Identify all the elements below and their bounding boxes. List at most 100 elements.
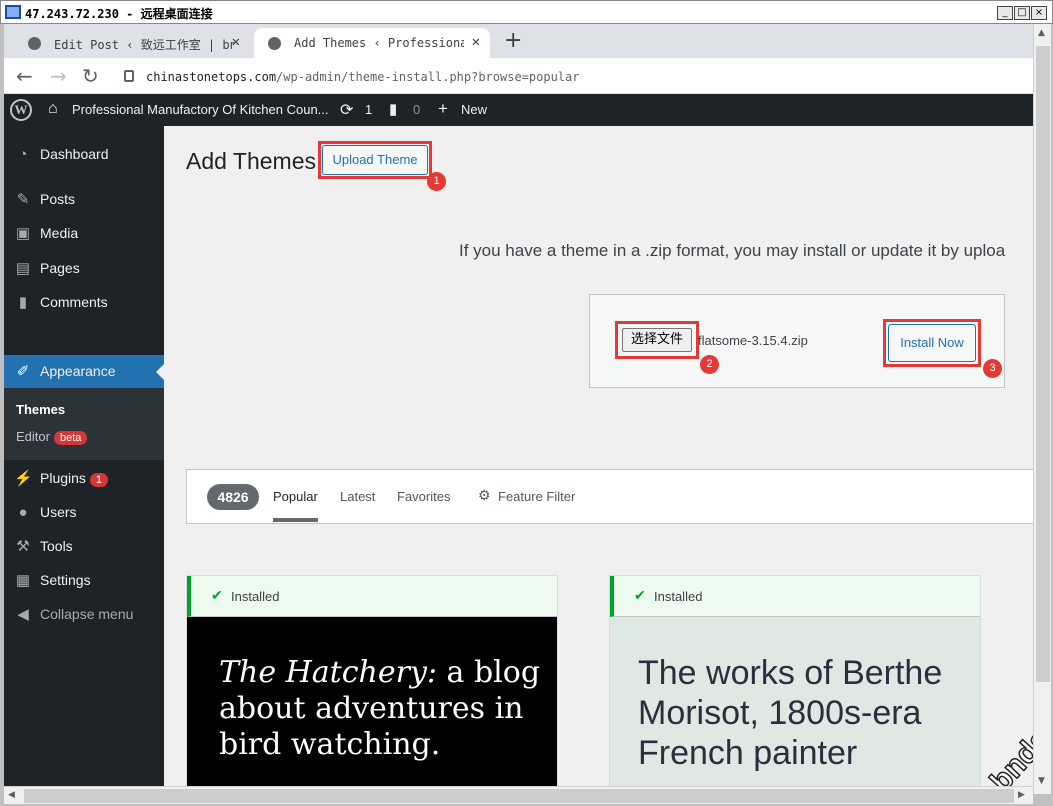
comment-icon[interactable]: ▮ — [389, 100, 397, 118]
checkmark-icon: ✔ — [634, 587, 646, 603]
screenshot-text: The works of Berthe Morisot, 1800s-era F… — [638, 654, 943, 772]
restore-button[interactable]: □ — [1014, 6, 1030, 20]
new-link[interactable]: New — [461, 102, 487, 117]
upload-form: 选择文件 flatsome-3.15.4.zip 2 Install Now 3 — [589, 294, 1005, 388]
plugins-badge: 1 — [89, 473, 109, 487]
wordpress-logo-icon[interactable]: W — [10, 99, 32, 121]
sidebar-item-pages[interactable]: ▤ Pages — [4, 252, 164, 286]
sidebar-item-label: Users — [40, 504, 77, 520]
vertical-scroll-thumb[interactable] — [1036, 46, 1050, 682]
sidebar-item-label: Dashboard — [40, 146, 109, 162]
horizontal-scrollbar[interactable]: ◀ ▶ — [4, 786, 1033, 804]
beta-badge: beta — [53, 431, 88, 445]
theme-card[interactable]: ✔ Installed The works of Berthe Morisot,… — [609, 575, 981, 794]
paintbrush-icon: ✐ — [16, 363, 30, 380]
scroll-left-icon[interactable]: ◀ — [8, 790, 15, 800]
appearance-submenu: Themes Editor beta — [4, 388, 164, 460]
minimize-button[interactable]: _ — [997, 6, 1013, 20]
vertical-scrollbar[interactable]: ▲ ▼ — [1033, 24, 1051, 794]
gear-icon: ⚙ — [478, 487, 491, 503]
pin-icon: ✎ — [16, 191, 30, 208]
sidebar-item-label: Tools — [40, 538, 73, 554]
upload-theme-button[interactable]: Upload Theme — [322, 145, 428, 175]
admin-sidebar: ◔ Dashboard ✎ Posts ▣ Media ▤ Pages ▮ Co… — [4, 126, 164, 794]
sidebar-item-label: Settings — [40, 572, 91, 588]
screenshot-text: The Hatchery: a blog about adventures in… — [219, 655, 549, 763]
wp-admin-bar: W ⌂ Professional Manufactory Of Kitchen … — [4, 94, 1033, 126]
tab-edit-post[interactable]: Edit Post ‹ 致远工作室 | bnds ✕ — [14, 28, 250, 58]
scroll-down-icon[interactable]: ▼ — [1038, 776, 1045, 786]
sidebar-item-comments[interactable]: ▮ Comments — [4, 286, 164, 320]
reload-icon[interactable]: ↻ — [82, 64, 99, 88]
choose-file-button[interactable]: 选择文件 — [622, 328, 692, 352]
site-name-link[interactable]: Professional Manufactory Of Kitchen Coun… — [72, 102, 329, 117]
tab-popular[interactable]: Popular — [273, 489, 318, 522]
page-title: Add Themes — [186, 148, 316, 174]
window-title: 47.243.72.230 - 远程桌面连接 — [25, 7, 213, 21]
media-icon: ▣ — [15, 225, 31, 242]
close-tab-icon[interactable]: ✕ — [472, 34, 480, 50]
remote-desktop-titlebar: 47.243.72.230 - 远程桌面连接 _ □ × — [0, 0, 1053, 24]
close-window-button[interactable]: × — [1031, 6, 1047, 20]
scroll-up-icon[interactable]: ▲ — [1038, 28, 1045, 38]
url-field[interactable]: chinastonetops.com/wp-admin/theme-instal… — [114, 64, 1033, 90]
sidebar-item-posts[interactable]: ✎ Posts — [4, 183, 164, 217]
horizontal-scroll-thumb[interactable] — [24, 789, 1014, 803]
dashboard-icon: ◔ — [18, 146, 28, 163]
sidebar-item-media[interactable]: ▣ Media — [4, 217, 164, 251]
sidebar-item-collapse[interactable]: ◀ Collapse menu — [4, 598, 164, 632]
install-now-button[interactable]: Install Now — [888, 324, 976, 362]
sidebar-item-tools[interactable]: ⚒ Tools — [4, 530, 164, 564]
tab-add-themes[interactable]: Add Themes ‹ Professional Manufactory ✕ — [254, 28, 490, 58]
scroll-right-icon[interactable]: ▶ — [1018, 790, 1025, 800]
sidebar-item-label: Media — [40, 225, 79, 241]
installed-notice: ✔ Installed — [187, 576, 557, 617]
address-bar: ← → ↻ chinastonetops.com/wp-admin/theme-… — [4, 58, 1033, 94]
close-tab-icon[interactable]: ✕ — [232, 34, 240, 50]
submenu-themes[interactable]: Themes — [16, 402, 65, 417]
wrench-icon: ⚒ — [16, 538, 30, 555]
pages-icon: ▤ — [15, 260, 31, 277]
remote-desktop-icon — [5, 5, 21, 19]
file-name: flatsome-3.15.4.zip — [698, 333, 808, 348]
new-tab-button[interactable]: + — [504, 28, 522, 53]
sidebar-item-plugins[interactable]: ⚡ Plugins 1 — [4, 462, 164, 496]
plus-icon[interactable]: + — [438, 99, 448, 119]
submenu-editor-label: Editor — [16, 429, 50, 444]
theme-count: 4826 — [207, 484, 259, 510]
updates-count: 1 — [365, 102, 373, 117]
collapse-icon: ◀ — [17, 606, 29, 623]
sidebar-item-appearance[interactable]: ✐ Appearance — [4, 355, 164, 389]
tab-strip: Edit Post ‹ 致远工作室 | bnds ✕ Add Themes ‹ … — [4, 24, 1033, 58]
plugins-label: Plugins — [40, 470, 86, 486]
sidebar-item-label: Pages — [40, 260, 80, 276]
theme-filter-bar: 4826 Popular Latest Favorites ⚙ Feature … — [186, 469, 1033, 524]
theme-card[interactable]: ✔ Installed The Hatchery: a blog about a… — [186, 575, 558, 794]
main-content: Add Themes Upload Theme 1 If you have a … — [164, 126, 1033, 794]
comment-icon: ▮ — [18, 294, 28, 311]
sidebar-item-label: Plugins 1 — [40, 470, 109, 487]
sidebar-item-users[interactable]: ● Users — [4, 496, 164, 530]
tab-latest[interactable]: Latest — [340, 489, 375, 504]
sidebar-item-dashboard[interactable]: ◔ Dashboard — [4, 138, 164, 172]
sidebar-item-settings[interactable]: ▦ Settings — [4, 564, 164, 598]
installed-label: Installed — [654, 589, 703, 604]
home-icon: ⌂ — [48, 100, 58, 117]
screenshot-text-italic: The Hatchery: — [219, 655, 437, 690]
annotation-2: 2 — [700, 355, 719, 374]
lock-icon — [124, 70, 134, 82]
checkmark-icon: ✔ — [211, 587, 223, 603]
submenu-editor[interactable]: Editor beta — [16, 429, 88, 445]
sidebar-item-label: Posts — [40, 191, 76, 207]
updates-icon[interactable]: ⟳ — [340, 100, 353, 120]
url-path: /wp-admin/theme-install.php?browse=popul… — [276, 70, 580, 84]
globe-icon — [28, 37, 41, 50]
sidebar-item-label: Collapse menu — [40, 606, 134, 622]
back-icon[interactable]: ← — [16, 64, 33, 88]
annotation-1: 1 — [427, 172, 446, 191]
installed-label: Installed — [231, 589, 280, 604]
tab-favorites[interactable]: Favorites — [397, 489, 450, 504]
forward-icon[interactable]: → — [50, 64, 67, 88]
feature-filter-button[interactable]: Feature Filter — [498, 489, 575, 504]
upload-help-text: If you have a theme in a .zip format, yo… — [459, 241, 1006, 260]
